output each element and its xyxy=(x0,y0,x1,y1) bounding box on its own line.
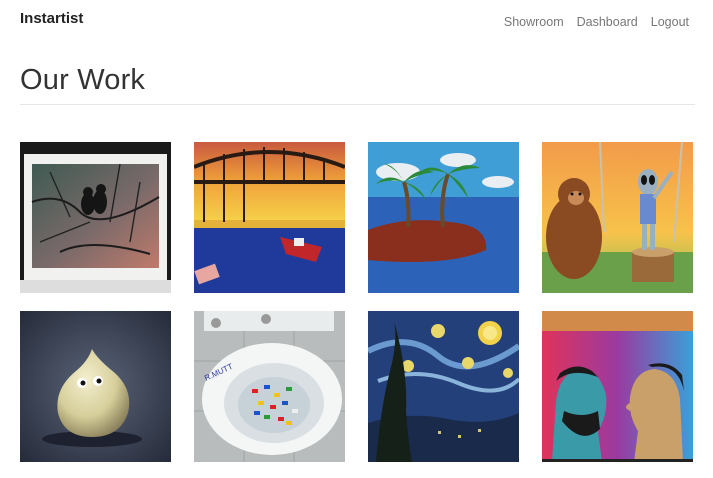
nav-link-showroom[interactable]: Showroom xyxy=(504,15,564,29)
nav-links: Showroom Dashboard Logout xyxy=(504,15,689,29)
artwork-tile-lego-toilet[interactable]: R.MUTT xyxy=(194,311,345,462)
artwork-tile-starry-night[interactable] xyxy=(368,311,519,462)
artwork-tile-palm-island[interactable] xyxy=(368,142,519,293)
onion-creature-painting-icon xyxy=(20,311,171,462)
birds-on-branch-painting-icon xyxy=(20,142,171,293)
page-title: Our Work xyxy=(20,64,146,96)
artwork-tile-onion[interactable] xyxy=(20,311,171,462)
title-divider xyxy=(20,104,695,105)
navbar: Instartist Showroom Dashboard Logout xyxy=(0,0,713,44)
two-faces-painting-icon xyxy=(542,311,693,462)
bigfoot-alien-painting-icon xyxy=(542,142,693,293)
lego-toilet-photo-icon: R.MUTT xyxy=(194,311,345,462)
nav-link-logout[interactable]: Logout xyxy=(651,15,689,29)
bridge-sunset-boat-painting-icon xyxy=(194,142,345,293)
artwork-tile-birds[interactable] xyxy=(20,142,171,293)
artwork-gallery: R.MUTT xyxy=(20,142,696,462)
artwork-tile-two-faces[interactable] xyxy=(542,311,693,462)
palm-island-painting-icon xyxy=(368,142,519,293)
artwork-tile-bridge[interactable] xyxy=(194,142,345,293)
artwork-tile-bigfoot-alien[interactable] xyxy=(542,142,693,293)
starry-night-painting-icon xyxy=(368,311,519,462)
nav-link-dashboard[interactable]: Dashboard xyxy=(577,15,638,29)
brand-link[interactable]: Instartist xyxy=(20,10,83,27)
